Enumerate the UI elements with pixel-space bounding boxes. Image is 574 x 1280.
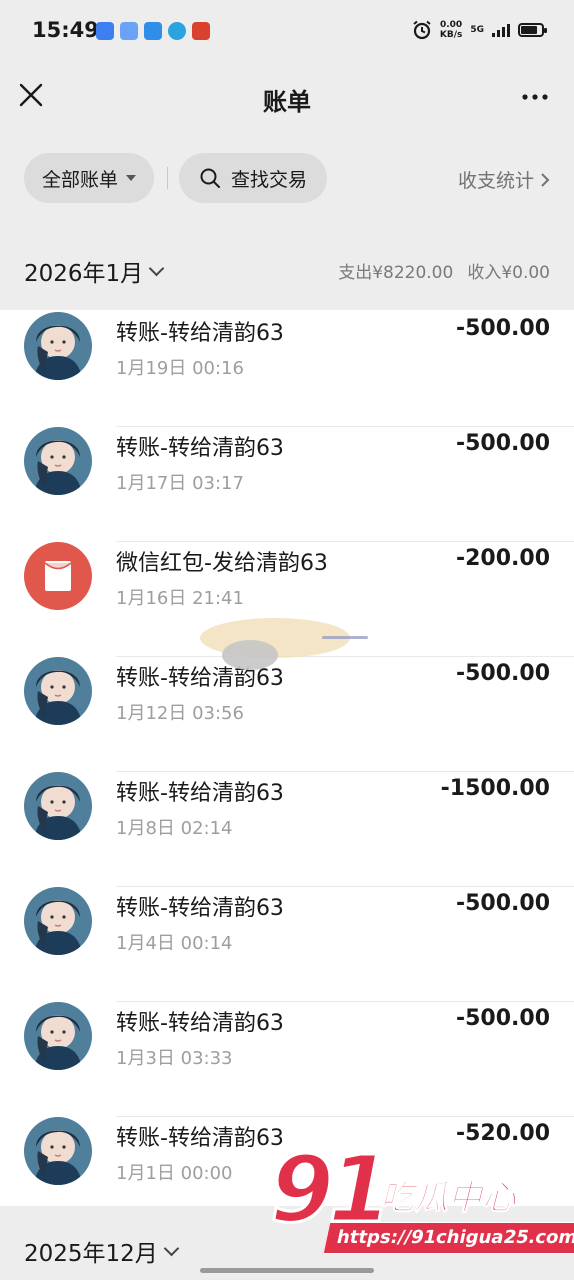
avatar (24, 772, 92, 840)
transaction-title: 转账-转给清韵63 (116, 781, 284, 806)
month-expense: 支出¥8220.00 (338, 263, 454, 283)
transaction-amount: -500.00 (455, 891, 550, 916)
transaction-time: 1月12日 03:56 (116, 703, 244, 724)
transaction-time: 1月1日 00:00 (116, 1163, 233, 1184)
chevron-right-icon (541, 172, 550, 187)
search-transactions-button[interactable]: 查找交易 (179, 153, 327, 203)
red-packet-icon (24, 542, 92, 610)
watermark-logo: 91 吃瓜中心 https://91chigua25.com (268, 1138, 574, 1260)
avatar (24, 1002, 92, 1070)
transaction-time: 1月4日 00:14 (116, 933, 233, 954)
transaction-amount: -500.00 (455, 316, 550, 341)
status-indicators: 0.00 KB/s 5G (412, 20, 547, 40)
month-label: 2026年1月 (24, 261, 144, 287)
transaction-row[interactable]: 转账-转给清韵63 1月8日 02:14 -1500.00 (0, 772, 574, 887)
transaction-title: 转账-转给清韵63 (116, 1126, 284, 1151)
network-type: 5G (470, 25, 484, 35)
transaction-row[interactable]: 转账-转给清韵63 1月17日 03:17 -500.00 (0, 427, 574, 542)
status-bar: 15:49 0.00 KB/s 5G (0, 0, 574, 64)
month-summary: 支出¥8220.00 收入¥0.00 (338, 258, 550, 283)
avatar (24, 312, 92, 380)
avatar (24, 427, 92, 495)
image-smudge (322, 636, 368, 639)
chevron-down-icon (163, 1240, 180, 1256)
all-bills-label: 全部账单 (41, 168, 118, 191)
month-header: 2026年1月 支出¥8220.00 收入¥0.00 (0, 230, 574, 310)
app-notification-icon (120, 22, 138, 40)
transaction-amount: -500.00 (455, 1006, 550, 1031)
transaction-row[interactable]: 转账-转给清韵63 1月4日 00:14 -500.00 (0, 887, 574, 1002)
transaction-time: 1月16日 21:41 (116, 588, 244, 609)
net-speed-value: 0.00 (439, 20, 463, 30)
transaction-title: 转账-转给清韵63 (116, 321, 284, 346)
search-label: 查找交易 (230, 168, 307, 191)
month-income: 收入¥0.00 (467, 263, 550, 283)
avatar (24, 1117, 92, 1185)
status-time: 15:49 (32, 18, 99, 42)
app-notification-icon (192, 22, 210, 40)
telegram-icon (168, 22, 186, 40)
transaction-title: 转账-转给清韵63 (116, 436, 284, 461)
more-dots-icon[interactable] (520, 82, 550, 112)
transaction-amount: -500.00 (455, 431, 550, 456)
search-icon (200, 168, 220, 188)
app-notification-icon (96, 22, 114, 40)
battery-icon (518, 23, 547, 37)
transaction-time: 1月3日 03:33 (116, 1048, 233, 1069)
stats-label: 收支统计 (457, 170, 534, 192)
transaction-list: 转账-转给清韵63 1月19日 00:16 -500.00 转账-转给清韵63 1月1… (0, 310, 574, 1206)
nav-bar: 账单 (0, 64, 574, 130)
transaction-amount: -1500.00 (440, 776, 550, 801)
income-expense-stats-link[interactable]: 收支统计 (458, 166, 550, 193)
watermark-url: https://91chigua25.com (322, 1222, 574, 1254)
transaction-row[interactable]: 转账-转给清韵63 1月3日 03:33 -500.00 (0, 1002, 574, 1117)
net-speed-unit: KB/s (439, 30, 463, 40)
transaction-time: 1月17日 03:17 (116, 473, 244, 494)
transaction-amount: -500.00 (455, 661, 550, 686)
net-speed: 0.00 KB/s (440, 20, 462, 40)
transaction-time: 1月19日 00:16 (116, 358, 244, 379)
transaction-title: 微信红包-发给清韵63 (116, 551, 328, 576)
avatar (24, 657, 92, 725)
status-app-icons (96, 22, 210, 40)
alarm-icon (413, 20, 431, 40)
filter-row: 全部账单 查找交易 收支统计 (0, 150, 574, 206)
page-title: 账单 (263, 88, 311, 116)
signal-icon (492, 23, 510, 37)
month-picker-next[interactable]: 2025年12月 (24, 1234, 180, 1268)
caret-down-icon (126, 175, 136, 181)
watermark-name: 吃瓜中心 (380, 1178, 517, 1219)
transaction-title: 转账-转给清韵63 (116, 1011, 284, 1036)
transaction-amount: -200.00 (455, 546, 550, 571)
transaction-row[interactable]: 转账-转给清韵63 1月19日 00:16 -500.00 (0, 312, 574, 427)
home-indicator[interactable] (200, 1268, 374, 1273)
transaction-time: 1月8日 02:14 (116, 818, 233, 839)
image-smudge (222, 640, 278, 670)
month-picker[interactable]: 2026年1月 (24, 254, 165, 288)
all-bills-filter-button[interactable]: 全部账单 (24, 153, 154, 203)
month-label-next: 2025年12月 (24, 1241, 158, 1267)
avatar (24, 887, 92, 955)
filter-divider (167, 167, 168, 189)
transaction-row[interactable]: 转账-转给清韵63 1月12日 03:56 -500.00 (0, 657, 574, 772)
app-notification-icon (144, 22, 162, 40)
transaction-title: 转账-转给清韵63 (116, 896, 284, 921)
chevron-down-icon (148, 260, 165, 276)
